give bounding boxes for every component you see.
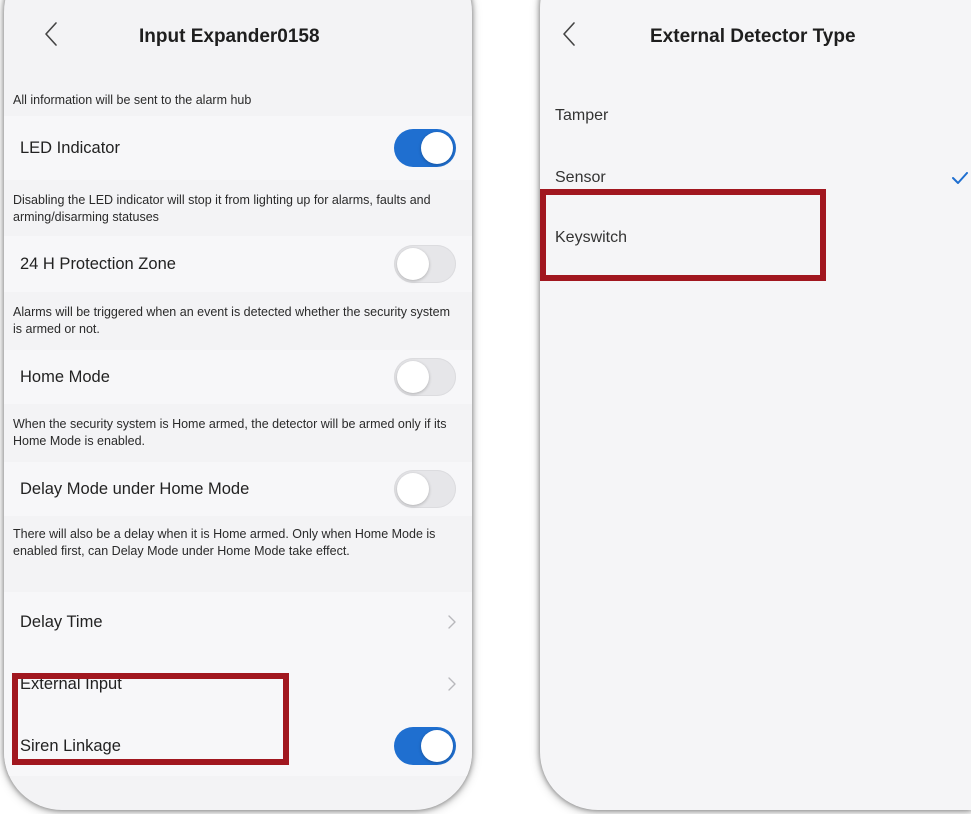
setting-label: External Input	[20, 674, 122, 693]
setting-label: Delay Mode under Home Mode	[20, 479, 250, 498]
setting-note: Disabling the LED indicator will stop it…	[13, 193, 431, 224]
setting-label: Delay Time	[20, 612, 103, 631]
toggle-knob	[421, 132, 453, 164]
back-button[interactable]	[38, 14, 64, 54]
settings-list: All information will be sent to the alar…	[4, 88, 472, 776]
setting-label: LED Indicator	[20, 138, 120, 157]
toggle-knob	[397, 361, 429, 393]
setting-label: 24 H Protection Zone	[20, 254, 176, 273]
option-tamper[interactable]: Tamper	[540, 90, 971, 142]
chevron-left-icon	[563, 22, 575, 46]
delay-mode-toggle[interactable]	[394, 470, 456, 508]
hub-note: All information will be sent to the alar…	[13, 93, 252, 107]
option-label: Keyswitch	[555, 229, 628, 246]
detector-type-screen: External Detector Type Tamper Sensor Key…	[540, 0, 971, 810]
setting-row-external-input[interactable]: External Input	[4, 652, 472, 716]
option-keyswitch[interactable]: Keyswitch	[540, 208, 971, 268]
chevron-right-icon	[448, 677, 456, 691]
page-title: Input Expander0158	[139, 26, 320, 47]
option-label: Sensor	[555, 169, 606, 186]
detector-type-list: Tamper Sensor Keyswitch	[540, 90, 971, 268]
chevron-left-icon	[45, 22, 57, 46]
toggle-knob	[397, 473, 429, 505]
nav-bar: Input Expander0158	[4, 0, 472, 82]
back-button[interactable]	[556, 14, 582, 54]
setting-row-led-indicator: LED Indicator	[4, 116, 472, 180]
setting-row-home-mode: Home Mode	[4, 350, 472, 404]
setting-note: Alarms will be triggered when an event i…	[13, 305, 451, 336]
toggle-knob	[397, 248, 429, 280]
page-title: External Detector Type	[650, 26, 856, 47]
option-sensor[interactable]: Sensor	[540, 142, 971, 208]
nav-bar: External Detector Type	[540, 0, 971, 82]
24h-protection-zone-toggle[interactable]	[394, 245, 456, 283]
chevron-right-icon	[448, 615, 456, 629]
setting-row-delay-mode-under-home-mode: Delay Mode under Home Mode	[4, 462, 472, 516]
setting-row-delay-time[interactable]: Delay Time	[4, 592, 472, 652]
home-mode-toggle[interactable]	[394, 358, 456, 396]
toggle-knob	[421, 730, 453, 762]
option-label: Tamper	[555, 107, 609, 124]
setting-label: Home Mode	[20, 367, 110, 386]
settings-screen: Input Expander0158 All information will …	[4, 0, 472, 810]
siren-linkage-toggle[interactable]	[394, 727, 456, 765]
led-indicator-toggle[interactable]	[394, 129, 456, 167]
setting-row-siren-linkage: Siren Linkage	[4, 716, 472, 776]
setting-label: Siren Linkage	[20, 736, 121, 755]
setting-note: When the security system is Home armed, …	[13, 417, 447, 448]
setting-note: There will also be a delay when it is Ho…	[13, 527, 436, 558]
checkmark-icon	[952, 172, 968, 184]
setting-row-24h-protection-zone: 24 H Protection Zone	[4, 236, 472, 292]
